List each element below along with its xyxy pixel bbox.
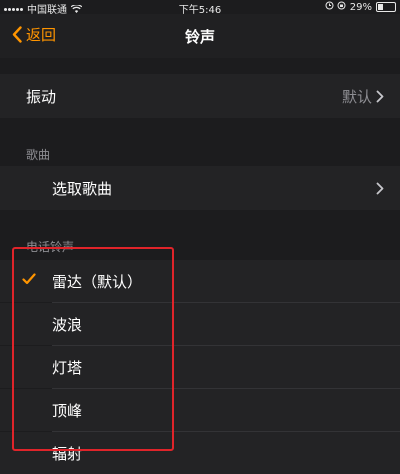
songs-section-header: 歌曲 [26, 148, 51, 162]
vibration-label: 振动 [26, 88, 57, 106]
page-title: 铃声 [184, 28, 215, 46]
battery-icon [376, 2, 396, 12]
chevron-right-icon [376, 90, 384, 103]
navigation-bar: 返回 铃声 [0, 14, 400, 58]
ringtone-label: 顶峰 [52, 402, 83, 420]
battery-percent: 29% [349, 1, 372, 13]
battery-fill [378, 4, 383, 10]
rotation-lock-icon [337, 1, 346, 13]
vibration-row[interactable]: 振动 默认 [0, 74, 400, 118]
ringtones-section-header: 电话铃声 [26, 240, 75, 254]
checkmark-icon [22, 273, 36, 285]
ringtone-item-waves[interactable]: 波浪 [0, 303, 400, 345]
pick-song-label: 选取歌曲 [52, 180, 113, 198]
ringtone-item-lighthouse[interactable]: 灯塔 [0, 346, 400, 388]
ringtone-item-radiate[interactable]: 辐射 [0, 432, 400, 474]
ringtone-label: 灯塔 [52, 359, 83, 377]
ringtone-label: 雷达（默认） [52, 273, 143, 291]
ringtone-item-radar[interactable]: 雷达（默认） [0, 260, 400, 302]
status-right-group: 29% [325, 1, 396, 13]
vibration-value: 默认 [341, 88, 372, 106]
ringtone-label: 波浪 [52, 316, 83, 334]
alarm-icon [325, 1, 334, 13]
status-bar: 中国联通 下午5:46 29% [0, 0, 400, 16]
chevron-right-icon [376, 182, 384, 195]
ringtone-item-summit[interactable]: 顶峰 [0, 389, 400, 431]
ringtone-label: 辐射 [52, 445, 83, 463]
pick-song-row[interactable]: 选取歌曲 [0, 166, 400, 210]
